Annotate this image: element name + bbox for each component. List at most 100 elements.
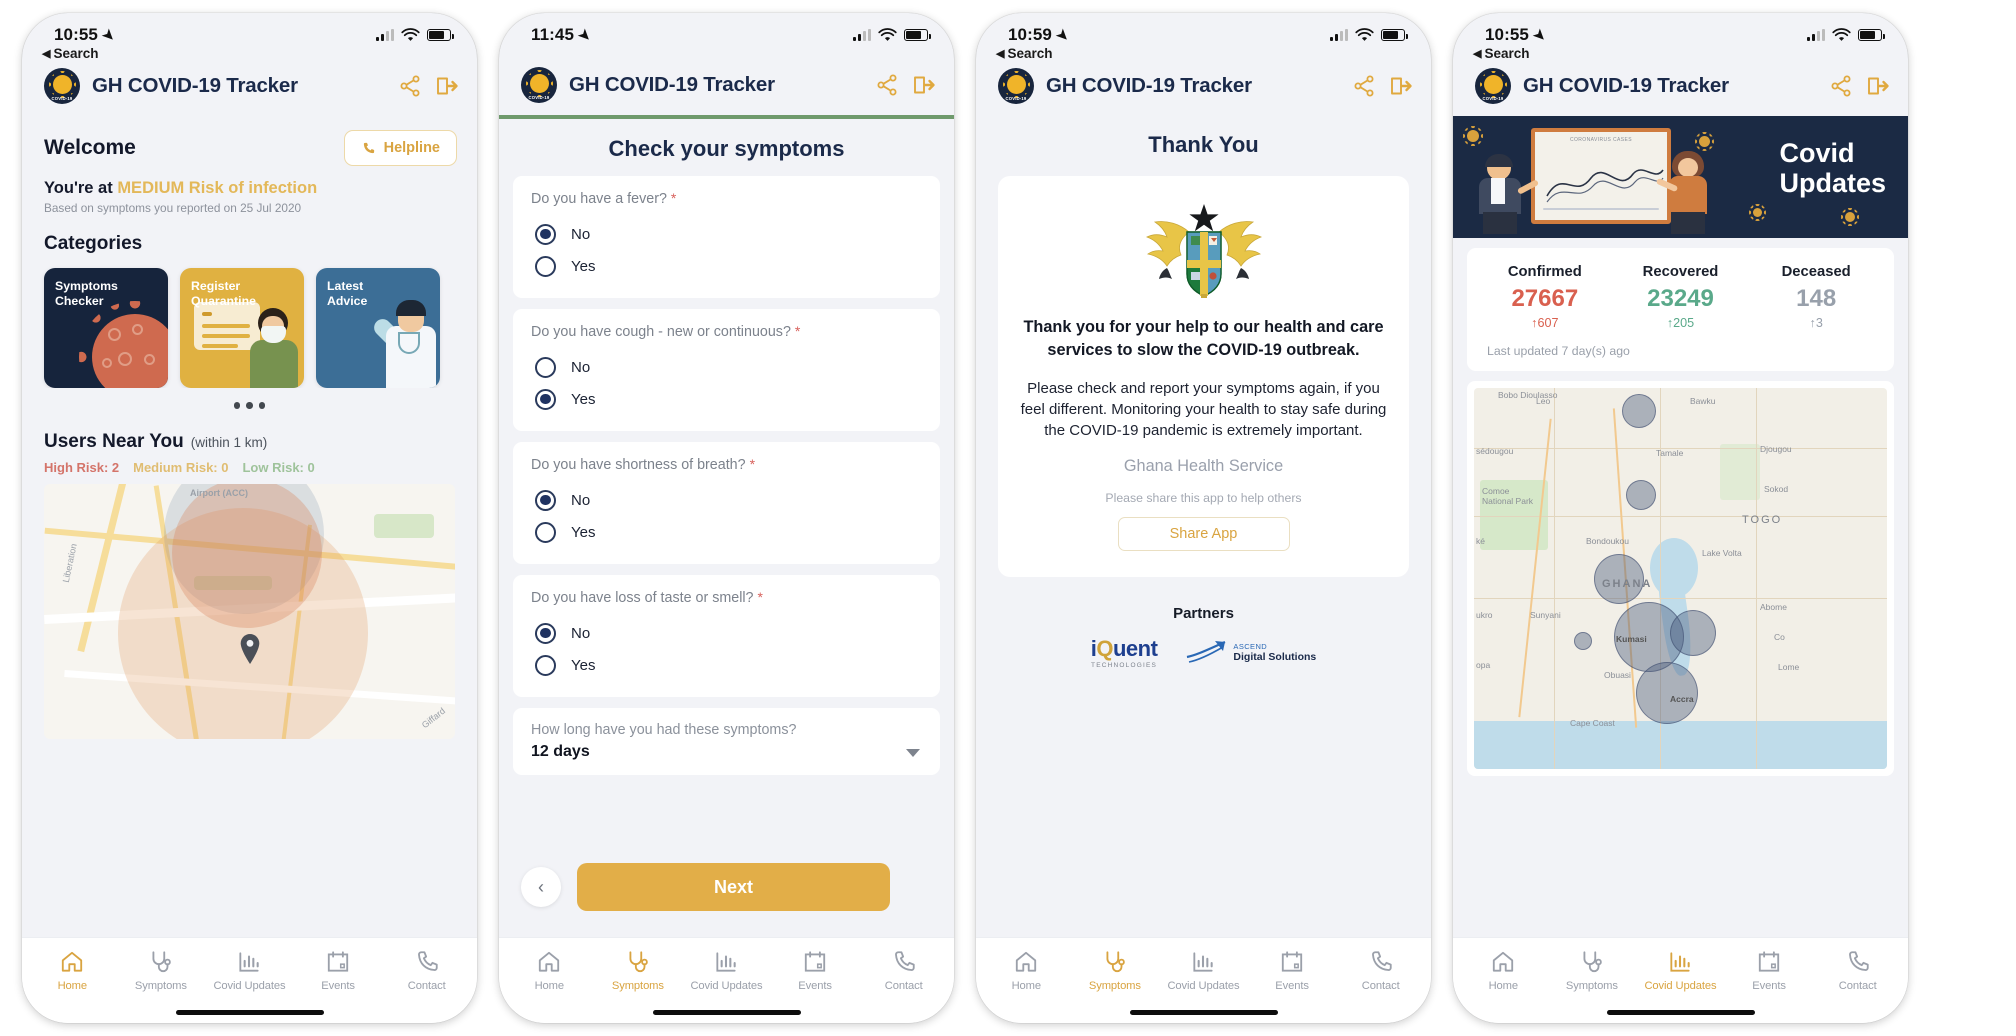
thankyou-body: Thank You Thank you for your help to our… xyxy=(976,116,1431,937)
map-canvas: Leo Bawku Bobo Dioulasso sédougou Tamale… xyxy=(1474,388,1887,769)
radio-option[interactable]: Yes xyxy=(531,649,922,681)
sidebar-item-contact[interactable]: Contact xyxy=(1821,949,1895,992)
calendar-icon xyxy=(327,951,349,972)
nav-label: Events xyxy=(1752,980,1786,992)
bottom-nav-3[interactable]: Home Symptoms Covid Updates Events Conta… xyxy=(976,937,1431,1023)
radio-option[interactable]: No xyxy=(531,351,922,383)
sidebar-item-covid-updates[interactable]: Covid Updates xyxy=(1166,949,1240,992)
card-line2: Advice xyxy=(327,294,368,309)
risk-prefix: You're at xyxy=(44,179,113,197)
sidebar-item-symptoms[interactable]: Symptoms xyxy=(1555,949,1629,992)
category-card-latest-advice[interactable]: Latest Advice xyxy=(316,268,440,388)
option-label: Yes xyxy=(571,523,596,541)
partners-title: Partners xyxy=(1173,604,1234,622)
radio-icon xyxy=(535,654,556,676)
share-app-button[interactable]: Share App xyxy=(1117,516,1290,551)
sidebar-item-events[interactable]: Events xyxy=(778,949,852,992)
back-to-search-4[interactable]: ◀ Search xyxy=(1453,44,1908,62)
map-label: Sunyani xyxy=(1530,610,1561,620)
sidebar-item-home[interactable]: Home xyxy=(989,949,1063,992)
map-label: Cape Coast xyxy=(1570,718,1615,728)
sidebar-item-events[interactable]: Events xyxy=(301,949,375,992)
sidebar-item-covid-updates[interactable]: Covid Updates xyxy=(1643,949,1717,992)
ghana-case-map[interactable]: Leo Bawku Bobo Dioulasso sédougou Tamale… xyxy=(1467,381,1894,776)
partner-sub: Digital Solutions xyxy=(1233,650,1317,663)
chart-line-illustration xyxy=(1546,169,1664,203)
category-card-list[interactable]: Symptoms Checker Register Quarantine Lat… xyxy=(22,255,477,388)
home-indicator xyxy=(1129,1009,1278,1015)
back-to-search-3[interactable]: ◀ Search xyxy=(976,44,1431,62)
map-label: Kumasi xyxy=(1616,634,1647,644)
bottom-nav-1[interactable]: Home Symptoms Covid Updates Events Conta… xyxy=(22,937,477,1023)
sidebar-item-symptoms[interactable]: Symptoms xyxy=(124,949,198,992)
stat-label: Deceased xyxy=(1781,264,1851,280)
back-label: Search xyxy=(1007,45,1053,61)
app-header-3: COVID-19 GH COVID-19 Tracker xyxy=(976,62,1431,116)
app-header-2: COVID-19 GH COVID-19 Tracker xyxy=(499,47,954,115)
logout-icon[interactable] xyxy=(1866,74,1890,98)
radio-option[interactable]: Yes xyxy=(531,383,922,415)
stat-value: 148 xyxy=(1796,285,1837,312)
helpline-button[interactable]: Helpline xyxy=(343,130,457,166)
share-icon[interactable] xyxy=(1352,74,1376,98)
sidebar-item-events[interactable]: Events xyxy=(1732,949,1806,992)
map-label: GHANA xyxy=(1602,578,1653,590)
back-chevron-icon: ◀ xyxy=(42,47,51,60)
option-label: No xyxy=(571,225,591,243)
sidebar-item-covid-updates[interactable]: Covid Updates xyxy=(212,949,286,992)
radio-icon xyxy=(535,489,556,511)
status-indicators xyxy=(376,27,454,43)
sidebar-item-covid-updates[interactable]: Covid Updates xyxy=(689,949,763,992)
radio-icon xyxy=(535,521,556,543)
category-card-register-quarantine[interactable]: Register Quarantine xyxy=(180,268,304,388)
symptom-duration-select[interactable]: How long have you had these symptoms? 12… xyxy=(513,708,940,775)
map-label: ukro xyxy=(1476,610,1493,620)
partner-logo-iquent: iQuent TECHNOLOGIES xyxy=(1091,636,1158,669)
sidebar-item-contact[interactable]: Contact xyxy=(867,949,941,992)
back-to-search-1[interactable]: ◀ Search xyxy=(22,44,477,62)
carousel-dots[interactable] xyxy=(22,388,477,409)
card-title: Latest Advice xyxy=(327,279,367,310)
question-card-fever: Do you have a fever? * No Yes xyxy=(513,176,940,298)
sidebar-item-contact[interactable]: Contact xyxy=(1344,949,1418,992)
share-icon[interactable] xyxy=(1829,74,1853,98)
bottom-nav-4[interactable]: Home Symptoms Covid Updates Events Conta… xyxy=(1453,937,1908,1023)
sidebar-item-symptoms[interactable]: Symptoms xyxy=(1078,949,1152,992)
sidebar-item-symptoms[interactable]: Symptoms xyxy=(601,949,675,992)
share-icon[interactable] xyxy=(875,73,899,97)
radio-option[interactable]: No xyxy=(531,218,922,250)
option-label: Yes xyxy=(571,390,596,408)
users-near-you-heading: Users Near You (within 1 km) xyxy=(22,409,477,453)
sidebar-item-home[interactable]: Home xyxy=(35,949,109,992)
app-logo: COVID-19 xyxy=(44,68,80,104)
symptoms-body: Check your symptoms Do you have a fever?… xyxy=(499,119,954,937)
nearby-users-map[interactable]: Liberation Airport (ACC) Giffard xyxy=(44,483,455,739)
bottom-nav-2[interactable]: Home Symptoms Covid Updates Events Conta… xyxy=(499,937,954,1023)
logout-icon[interactable] xyxy=(912,73,936,97)
home-icon xyxy=(539,951,560,972)
map-label: Obuasi xyxy=(1604,670,1631,680)
germ-icon xyxy=(1841,208,1859,226)
logout-icon[interactable] xyxy=(435,74,459,98)
sidebar-item-home[interactable]: Home xyxy=(512,949,586,992)
app-title: GH COVID-19 Tracker xyxy=(569,73,775,96)
sidebar-item-events[interactable]: Events xyxy=(1255,949,1329,992)
radio-option[interactable]: Yes xyxy=(531,516,922,548)
nav-label: Covid Updates xyxy=(1644,980,1717,992)
nav-label: Events xyxy=(1275,980,1309,992)
welcome-row: Welcome Helpline xyxy=(22,116,477,166)
question-text: Do you have shortness of breath? * xyxy=(531,456,922,473)
radio-option[interactable]: No xyxy=(531,617,922,649)
radio-option[interactable]: Yes xyxy=(531,250,922,282)
category-card-symptoms-checker[interactable]: Symptoms Checker xyxy=(44,268,168,388)
radio-option[interactable]: No xyxy=(531,484,922,516)
share-icon[interactable] xyxy=(398,74,422,98)
sidebar-item-contact[interactable]: Contact xyxy=(390,949,464,992)
virus-logo-icon xyxy=(1479,70,1507,98)
logout-icon[interactable] xyxy=(1389,74,1413,98)
next-button[interactable]: Next xyxy=(577,863,890,911)
wifi-icon xyxy=(878,27,897,41)
back-button[interactable]: ‹ xyxy=(521,867,561,907)
location-arrow-icon: ➤ xyxy=(575,24,596,45)
sidebar-item-home[interactable]: Home xyxy=(1466,949,1540,992)
